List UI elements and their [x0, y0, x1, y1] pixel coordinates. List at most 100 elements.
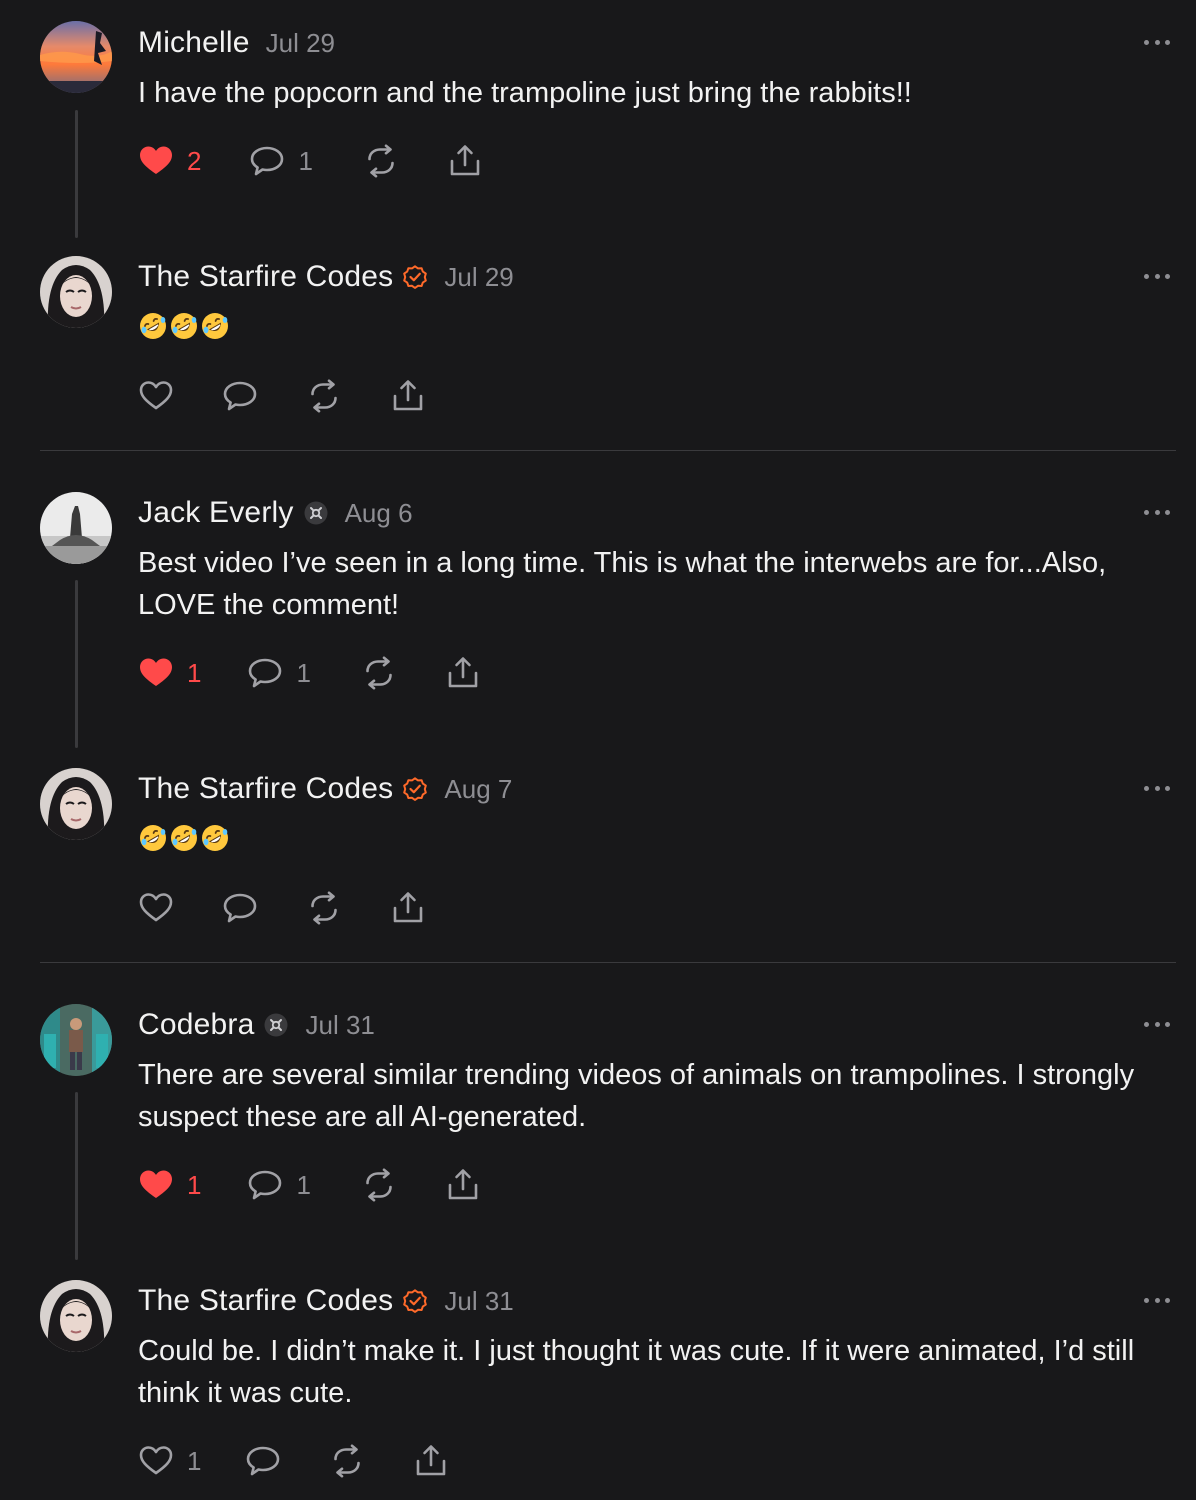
- rofl-emoji-icon: [138, 823, 168, 853]
- share-icon: [445, 655, 481, 691]
- reply-button[interactable]: [245, 1441, 281, 1481]
- verified-check-icon: [402, 1288, 428, 1314]
- like-button[interactable]: [138, 376, 174, 416]
- share-button[interactable]: [445, 1165, 481, 1205]
- rofl-emoji-icon: [138, 311, 168, 341]
- share-button[interactable]: [390, 376, 426, 416]
- comment-icon: [249, 143, 285, 179]
- like-count: 1: [187, 657, 202, 688]
- avatar[interactable]: [40, 21, 112, 93]
- like-count: 1: [187, 1445, 202, 1476]
- restack-icon: [361, 1167, 397, 1203]
- author-name[interactable]: Codebra: [138, 1008, 254, 1042]
- author-name[interactable]: The Starfire Codes: [138, 1284, 393, 1318]
- comment-emoji: [138, 311, 1166, 341]
- avatar[interactable]: [40, 492, 112, 564]
- comment-icon: [222, 890, 258, 926]
- more-options-icon[interactable]: [1144, 783, 1170, 793]
- restack-icon: [306, 378, 342, 414]
- share-icon: [390, 890, 426, 926]
- verified-check-icon: [402, 776, 428, 802]
- lighthouse-avatar-image: [40, 492, 112, 564]
- author-name[interactable]: Michelle: [138, 26, 250, 60]
- avatar[interactable]: [40, 1004, 112, 1076]
- portrait-avatar-image: [40, 768, 112, 840]
- like-button[interactable]: 2: [138, 141, 201, 181]
- rofl-emoji-icon: [200, 311, 230, 341]
- heart-outline-icon: [138, 1443, 174, 1479]
- reply-count: 1: [296, 657, 311, 688]
- like-button[interactable]: 1: [138, 1441, 201, 1481]
- like-button[interactable]: [138, 888, 174, 928]
- comment-date[interactable]: Aug 7: [444, 774, 512, 805]
- comment-icon: [245, 1443, 281, 1479]
- more-options-icon[interactable]: [1144, 1295, 1170, 1305]
- share-button[interactable]: [390, 888, 426, 928]
- comment-icon: [222, 378, 258, 414]
- comment-text: There are several similar trending video…: [138, 1059, 1135, 1133]
- avatar[interactable]: [40, 1280, 112, 1352]
- thread-line: [75, 1092, 78, 1260]
- avatar[interactable]: [40, 768, 112, 840]
- reply-button[interactable]: 1: [247, 653, 311, 693]
- share-button[interactable]: [447, 141, 483, 181]
- avatar[interactable]: [40, 256, 112, 328]
- more-options-icon[interactable]: [1144, 507, 1170, 517]
- restack-button[interactable]: [329, 1441, 365, 1481]
- more-options-icon[interactable]: [1144, 1019, 1170, 1029]
- like-count: 2: [187, 145, 202, 176]
- like-button[interactable]: 1: [138, 653, 201, 693]
- share-button[interactable]: [445, 653, 481, 693]
- comment-text: I have the popcorn and the trampoline ju…: [138, 77, 912, 109]
- heart-outline-icon: [138, 378, 174, 414]
- reply-button[interactable]: 1: [247, 1165, 311, 1205]
- thread-line: [75, 110, 78, 238]
- share-icon: [447, 143, 483, 179]
- restack-button[interactable]: [361, 653, 397, 693]
- more-options-icon[interactable]: [1144, 271, 1170, 281]
- author-name[interactable]: The Starfire Codes: [138, 772, 393, 806]
- restack-icon: [306, 890, 342, 926]
- thread-line: [75, 580, 78, 748]
- heart-filled-icon: [138, 1167, 174, 1203]
- thread-divider: [40, 962, 1176, 963]
- comment-text: Best video I’ve seen in a long time. Thi…: [138, 547, 1107, 621]
- comment-icon: [247, 1167, 283, 1203]
- comment-text: Could be. I didn’t make it. I just thoug…: [138, 1335, 1135, 1409]
- thread-divider: [40, 450, 1176, 451]
- restack-icon: [329, 1443, 365, 1479]
- sunset-avatar-image: [40, 21, 112, 93]
- comment-date[interactable]: Jul 31: [444, 1286, 513, 1317]
- share-icon: [390, 378, 426, 414]
- like-count: 1: [187, 1169, 202, 1200]
- reply-button[interactable]: [222, 376, 258, 416]
- reply-button[interactable]: 1: [249, 141, 313, 181]
- restack-button[interactable]: [361, 1165, 397, 1205]
- heart-outline-icon: [138, 890, 174, 926]
- reply-count: 1: [296, 1169, 311, 1200]
- share-button[interactable]: [413, 1441, 449, 1481]
- heart-filled-icon: [138, 655, 174, 691]
- comment-date[interactable]: Jul 29: [266, 28, 335, 59]
- comment-date[interactable]: Jul 31: [305, 1010, 374, 1041]
- restack-icon: [361, 655, 397, 691]
- comment-date[interactable]: Jul 29: [444, 262, 513, 293]
- reply-button[interactable]: [222, 888, 258, 928]
- restack-button[interactable]: [306, 888, 342, 928]
- author-name[interactable]: The Starfire Codes: [138, 260, 393, 294]
- comment-date[interactable]: Aug 6: [345, 498, 413, 529]
- substack-badge-icon: [263, 1012, 289, 1038]
- reply-count: 1: [298, 145, 313, 176]
- restack-icon: [363, 143, 399, 179]
- restack-button[interactable]: [363, 141, 399, 181]
- substack-badge-icon: [303, 500, 329, 526]
- portrait-avatar-image: [40, 1280, 112, 1352]
- portrait-avatar-image: [40, 256, 112, 328]
- more-options-icon[interactable]: [1144, 37, 1170, 47]
- author-name[interactable]: Jack Everly: [138, 496, 294, 530]
- rofl-emoji-icon: [200, 823, 230, 853]
- share-icon: [413, 1443, 449, 1479]
- like-button[interactable]: 1: [138, 1165, 201, 1205]
- restack-button[interactable]: [306, 376, 342, 416]
- verified-check-icon: [402, 264, 428, 290]
